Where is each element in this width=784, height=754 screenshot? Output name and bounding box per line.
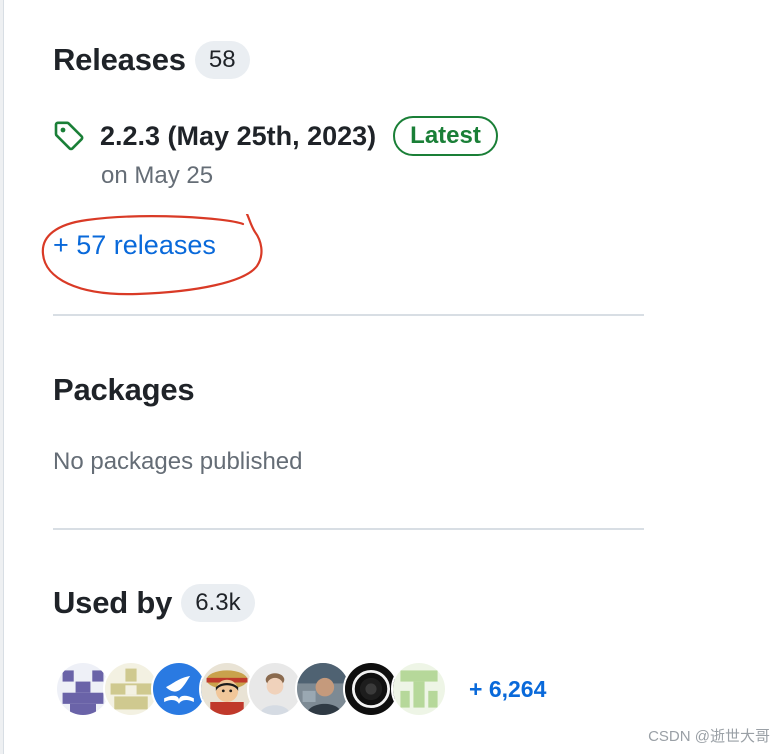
- used-by-heading[interactable]: Used by: [53, 585, 172, 621]
- packages-section: Packages No packages published: [53, 370, 644, 475]
- more-dependents-link[interactable]: + 6,264: [469, 676, 546, 703]
- tag-icon: [53, 120, 85, 152]
- no-packages-text: No packages published: [53, 448, 303, 475]
- packages-heading[interactable]: Packages: [53, 372, 195, 408]
- releases-section: Releases 58 2.2.3 (May 25th, 2023) Lates…: [41, 40, 644, 296]
- latest-release[interactable]: 2.2.3 (May 25th, 2023) Latest: [53, 116, 498, 156]
- left-panel-border: [0, 0, 4, 754]
- section-divider: [53, 528, 644, 530]
- used-by-count-badge: 6.3k: [181, 584, 255, 622]
- releases-header: Releases 58: [53, 40, 644, 80]
- latest-badge: Latest: [393, 116, 498, 156]
- releases-count-badge: 58: [194, 41, 250, 79]
- release-title[interactable]: 2.2.3 (May 25th, 2023): [100, 121, 376, 152]
- section-divider: [53, 314, 644, 316]
- releases-heading[interactable]: Releases: [53, 42, 186, 78]
- avatar-identicon-green[interactable]: [391, 661, 447, 717]
- used-by-section: Used by 6.3k + 6,264: [53, 583, 644, 717]
- dependent-avatars: + 6,264: [55, 661, 546, 717]
- more-releases-link[interactable]: + 57 releases: [53, 230, 216, 261]
- release-date: on May 25: [101, 162, 214, 189]
- used-by-header: Used by 6.3k: [53, 583, 644, 623]
- packages-header: Packages: [53, 370, 644, 410]
- watermark: CSDN @逝世大哥: [648, 728, 770, 745]
